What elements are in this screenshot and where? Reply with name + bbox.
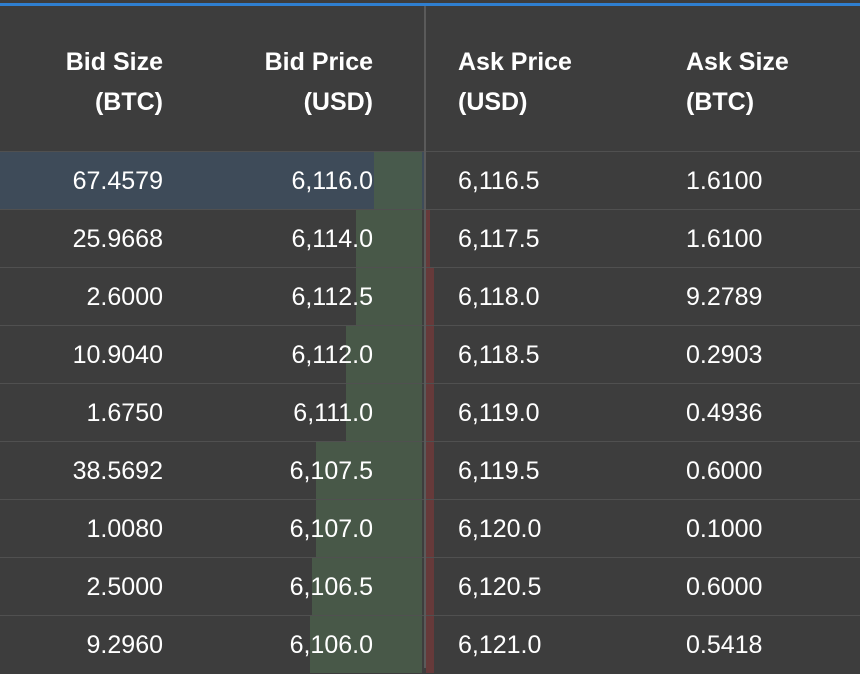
bid-header: Bid Size (BTC) Bid Price (USD) bbox=[0, 6, 424, 151]
header-ask-price-label: Ask Price bbox=[458, 48, 572, 76]
ask-price-cell: 6,118.5 bbox=[458, 341, 540, 369]
bid-price-cell: 6,112.5 bbox=[291, 283, 373, 311]
ask-size-cell: 0.6000 bbox=[686, 573, 763, 601]
bid-size-cell: 9.2960 bbox=[86, 631, 163, 659]
ask-size-cell: 0.6000 bbox=[686, 457, 763, 485]
bid-price-cell: 6,106.0 bbox=[289, 631, 373, 659]
bid-price-cell: 6,116.0 bbox=[291, 167, 373, 195]
ask-price-cell: 6,119.5 bbox=[458, 457, 540, 485]
ask-price-cell: 6,119.0 bbox=[458, 399, 540, 427]
header-ask-size[interactable]: Ask Size (BTC) bbox=[686, 42, 789, 122]
bid-row[interactable]: 2.6000 6,112.5 bbox=[0, 267, 424, 325]
ask-price-cell: 6,120.5 bbox=[458, 573, 542, 601]
ask-row[interactable]: 6,119.0 0.4936 bbox=[426, 383, 860, 441]
ask-price-cell: 6,117.5 bbox=[458, 225, 540, 253]
ask-price-cell: 6,120.0 bbox=[458, 515, 542, 543]
ask-depth-bar bbox=[426, 326, 434, 383]
ask-depth-bar bbox=[426, 442, 434, 499]
order-book: Bid Size (BTC) Bid Price (USD) 67.4579 6,… bbox=[0, 6, 860, 673]
bid-size-cell: 1.0080 bbox=[86, 515, 163, 543]
ask-depth-bar bbox=[426, 500, 434, 557]
ask-side: Ask Price (USD) Ask Size (BTC) 6,116.5 1.… bbox=[426, 6, 860, 673]
ask-header: Ask Price (USD) Ask Size (BTC) bbox=[426, 6, 860, 151]
bid-row[interactable]: 38.5692 6,107.5 bbox=[0, 441, 424, 499]
header-ask-size-unit: (BTC) bbox=[686, 88, 755, 116]
bid-row[interactable]: 1.6750 6,111.0 bbox=[0, 383, 424, 441]
ask-size-cell: 0.2903 bbox=[686, 341, 763, 369]
header-bid-size-unit: (BTC) bbox=[94, 88, 163, 116]
ask-row[interactable]: 6,116.5 1.6100 bbox=[426, 151, 860, 209]
ask-price-cell: 6,118.0 bbox=[458, 283, 540, 311]
bid-price-cell: 6,111.0 bbox=[293, 399, 373, 427]
ask-row[interactable]: 6,117.5 1.6100 bbox=[426, 209, 860, 267]
bid-size-cell: 10.9040 bbox=[72, 341, 163, 369]
header-ask-price[interactable]: Ask Price (USD) bbox=[458, 42, 572, 122]
bid-size-cell: 25.9668 bbox=[72, 225, 163, 253]
ask-price-cell: 6,116.5 bbox=[458, 167, 540, 195]
bid-row[interactable]: 1.0080 6,107.0 bbox=[0, 499, 424, 557]
bid-row[interactable]: 67.4579 6,116.0 bbox=[0, 151, 424, 209]
ask-depth-bar bbox=[426, 616, 434, 673]
ask-row[interactable]: 6,120.5 0.6000 bbox=[426, 557, 860, 615]
ask-size-cell: 0.5418 bbox=[686, 631, 763, 659]
header-ask-size-label: Ask Size bbox=[686, 48, 789, 76]
header-ask-price-unit: (USD) bbox=[458, 88, 528, 116]
bid-price-cell: 6,107.0 bbox=[289, 515, 373, 543]
ask-size-cell: 0.1000 bbox=[686, 515, 763, 543]
ask-size-cell: 1.6100 bbox=[686, 167, 763, 195]
ask-row[interactable]: 6,118.5 0.2903 bbox=[426, 325, 860, 383]
bid-row[interactable]: 25.9668 6,114.0 bbox=[0, 209, 424, 267]
ask-depth-bar bbox=[426, 384, 434, 441]
bid-side: Bid Size (BTC) Bid Price (USD) 67.4579 6,… bbox=[0, 6, 424, 673]
bid-row[interactable]: 10.9040 6,112.0 bbox=[0, 325, 424, 383]
bid-price-cell: 6,112.0 bbox=[291, 341, 373, 369]
bid-size-cell: 2.6000 bbox=[86, 283, 163, 311]
bid-depth-bar bbox=[374, 152, 422, 209]
bid-row[interactable]: 9.2960 6,106.0 bbox=[0, 615, 424, 673]
ask-row[interactable]: 6,120.0 0.1000 bbox=[426, 499, 860, 557]
ask-size-cell: 0.4936 bbox=[686, 399, 763, 427]
bid-price-cell: 6,106.5 bbox=[289, 573, 373, 601]
header-bid-size[interactable]: Bid Size (BTC) bbox=[66, 42, 163, 122]
ask-row[interactable]: 6,118.0 9.2789 bbox=[426, 267, 860, 325]
header-bid-price-label: Bid Price bbox=[264, 48, 373, 76]
ask-price-cell: 6,121.0 bbox=[458, 631, 542, 659]
header-bid-price-unit: (USD) bbox=[303, 88, 373, 116]
ask-size-cell: 9.2789 bbox=[686, 283, 763, 311]
bid-size-cell: 67.4579 bbox=[72, 167, 163, 195]
bid-size-cell: 38.5692 bbox=[72, 457, 163, 485]
ask-depth-bar bbox=[426, 558, 434, 615]
bid-size-cell: 2.5000 bbox=[86, 573, 163, 601]
bid-row[interactable]: 2.5000 6,106.5 bbox=[0, 557, 424, 615]
ask-row[interactable]: 6,121.0 0.5418 bbox=[426, 615, 860, 673]
header-bid-price[interactable]: Bid Price (USD) bbox=[265, 42, 373, 122]
bid-size-cell: 1.6750 bbox=[86, 399, 163, 427]
bid-price-cell: 6,107.5 bbox=[289, 457, 373, 485]
ask-depth-bar bbox=[426, 210, 430, 267]
ask-row[interactable]: 6,119.5 0.6000 bbox=[426, 441, 860, 499]
ask-size-cell: 1.6100 bbox=[686, 225, 763, 253]
header-bid-size-label: Bid Size bbox=[65, 48, 163, 76]
bid-price-cell: 6,114.0 bbox=[291, 225, 373, 253]
ask-depth-bar bbox=[426, 268, 434, 325]
